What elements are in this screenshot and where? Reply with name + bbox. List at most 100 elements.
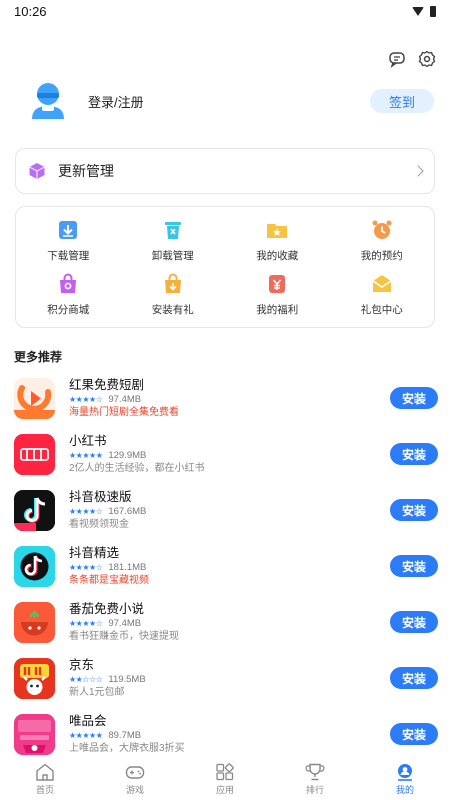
trash-icon [164, 221, 181, 239]
list-item[interactable]: 抖音精选 ★★★★☆ 181.1MB 条条都是宝藏视频 安装 [14, 538, 438, 594]
avatar[interactable] [26, 79, 70, 123]
app-name: 抖音极速版 [69, 489, 132, 504]
nav-home[interactable]: 首页 [15, 763, 75, 796]
xiaohongshu-app-icon [14, 433, 55, 475]
list-item[interactable]: 小红书 ★★★★★ 129.9MB 2亿人的生活经验，都在小红书 安装 [14, 426, 438, 482]
nav-ranking[interactable]: 排行 [285, 763, 345, 796]
status-icons [412, 5, 436, 17]
app-list: 红果免费短剧 ★★★★☆ 97.4MB 海量热门短剧全集免费看 安装 小红书 ★★… [14, 370, 438, 762]
app-desc: 海量热门短剧全集免费看 [69, 406, 179, 418]
app-size: 89.7MB [108, 729, 142, 741]
grid-label: 我的福利 [256, 303, 299, 316]
grid-item-install-gift[interactable]: 安装有礼 [121, 267, 226, 321]
app-size: 97.4MB [108, 617, 142, 629]
shop-bag-icon [60, 273, 77, 293]
app-size: 181.1MB [108, 561, 147, 573]
rating-stars: ★★★★★ [69, 730, 103, 740]
status-bar: 10:26 [0, 0, 450, 22]
nav-label: 游戏 [125, 784, 144, 795]
install-button[interactable]: 安装 [390, 499, 438, 521]
install-button[interactable]: 安装 [390, 611, 438, 633]
install-button[interactable]: 安装 [390, 667, 438, 689]
message-icon[interactable] [388, 50, 406, 68]
jd-app-icon [14, 657, 55, 699]
bottom-nav: 首页 游戏 应用 排行 我的 [0, 758, 450, 800]
update-cube-icon [29, 163, 45, 179]
grid-item-reservation[interactable]: 我的预约 [330, 213, 435, 267]
trophy-icon [305, 763, 325, 780]
rating-stars: ★★★★★ [69, 450, 103, 460]
grid-item-uninstall[interactable]: 卸载管理 [121, 213, 226, 267]
profile-icon [398, 763, 412, 781]
download-icon [59, 220, 78, 239]
nav-label: 排行 [305, 784, 324, 795]
sign-in-button[interactable]: 签到 [370, 89, 434, 113]
list-item[interactable]: 唯品会 ★★★★★ 89.7MB 上唯品会，大牌衣服3折买 安装 [14, 706, 438, 762]
grid-item-welfare[interactable]: 我的福利 [225, 267, 330, 321]
grid-item-download[interactable]: 下载管理 [16, 213, 121, 267]
gift-box-icon [372, 274, 392, 292]
grid-item-points-mall[interactable]: 积分商城 [16, 267, 121, 321]
app-desc: 新人1元包邮 [69, 686, 125, 698]
nav-label: 首页 [35, 784, 54, 795]
app-size: 167.6MB [108, 505, 147, 517]
rating-stars: ★★★★☆ [69, 562, 103, 572]
profile-section: 登录/注册 签到 [26, 76, 434, 126]
nav-label: 应用 [215, 784, 234, 795]
app-name: 小红书 [69, 433, 107, 448]
login-register-link[interactable]: 登录/注册 [88, 92, 370, 111]
grid-item-gift-center[interactable]: 礼包中心 [330, 267, 435, 321]
folder-star-icon [267, 223, 288, 238]
grid-label: 下载管理 [47, 249, 90, 262]
app-desc: 看书狂赚金币，快速提现 [69, 630, 179, 642]
top-actions [388, 50, 436, 68]
apps-icon [216, 762, 234, 780]
nav-apps[interactable]: 应用 [195, 762, 255, 796]
app-size: 129.9MB [108, 449, 147, 461]
gift-bag-icon [164, 273, 181, 293]
rating-stars: ★★★★☆ [69, 394, 103, 404]
grid-item-favorites[interactable]: 我的收藏 [225, 213, 330, 267]
welfare-icon [269, 274, 286, 293]
nav-games[interactable]: 游戏 [105, 763, 165, 796]
douyin-select-app-icon [14, 545, 55, 587]
list-item[interactable]: 红果免费短剧 ★★★★☆ 97.4MB 海量热门短剧全集免费看 安装 [14, 370, 438, 426]
rating-stars: ★★★★☆ [69, 506, 103, 516]
install-button[interactable]: 安装 [390, 723, 438, 745]
rating-stars: ★★★★☆ [69, 618, 103, 628]
nav-mine[interactable]: 我的 [375, 763, 435, 796]
hongguo-app-icon [14, 377, 55, 419]
list-item[interactable]: 番茄免费小说 ★★★★☆ 97.4MB 看书狂赚金币，快速提现 安装 [14, 594, 438, 650]
section-title: 更多推荐 [14, 350, 63, 364]
app-name: 京东 [69, 657, 95, 672]
grid-label: 我的收藏 [256, 249, 299, 262]
battery-icon [430, 5, 436, 17]
install-button[interactable]: 安装 [390, 387, 438, 409]
app-desc: 条条都是宝藏视频 [69, 574, 149, 586]
install-button[interactable]: 安装 [390, 443, 438, 465]
douyin-lite-app-icon [14, 489, 55, 531]
rating-stars: ★★☆☆☆ [69, 674, 103, 684]
settings-gear-icon[interactable] [418, 50, 436, 68]
status-time: 10:26 [14, 3, 47, 19]
chevron-right-icon [412, 165, 424, 177]
app-desc: 上唯品会，大牌衣服3折买 [69, 742, 185, 754]
app-size: 119.5MB [108, 673, 146, 685]
grid-label: 卸载管理 [151, 249, 194, 262]
list-item[interactable]: 抖音极速版 ★★★★☆ 167.6MB 看视频领现金 安装 [14, 482, 438, 538]
app-desc: 看视频领现金 [69, 518, 129, 530]
app-desc: 2亿人的生活经验，都在小红书 [69, 462, 205, 474]
wifi-icon [412, 6, 424, 16]
fanqie-app-icon [14, 601, 55, 643]
list-item[interactable]: 京东 ★★☆☆☆ 119.5MB 新人1元包邮 安装 [14, 650, 438, 706]
feature-grid: 下载管理 卸载管理 我的收藏 我的预约 积分商城 安装有礼 我的福利 礼包中心 [15, 206, 435, 328]
home-icon [36, 763, 54, 781]
app-name: 红果免费短剧 [69, 377, 145, 392]
alarm-clock-icon [372, 220, 392, 239]
update-management-label: 更新管理 [58, 163, 114, 179]
vip-app-icon [14, 713, 55, 755]
install-button[interactable]: 安装 [390, 555, 438, 577]
app-name: 番茄免费小说 [69, 601, 145, 616]
grid-label: 礼包中心 [360, 303, 403, 316]
update-management-card[interactable]: 更新管理 [15, 148, 435, 194]
